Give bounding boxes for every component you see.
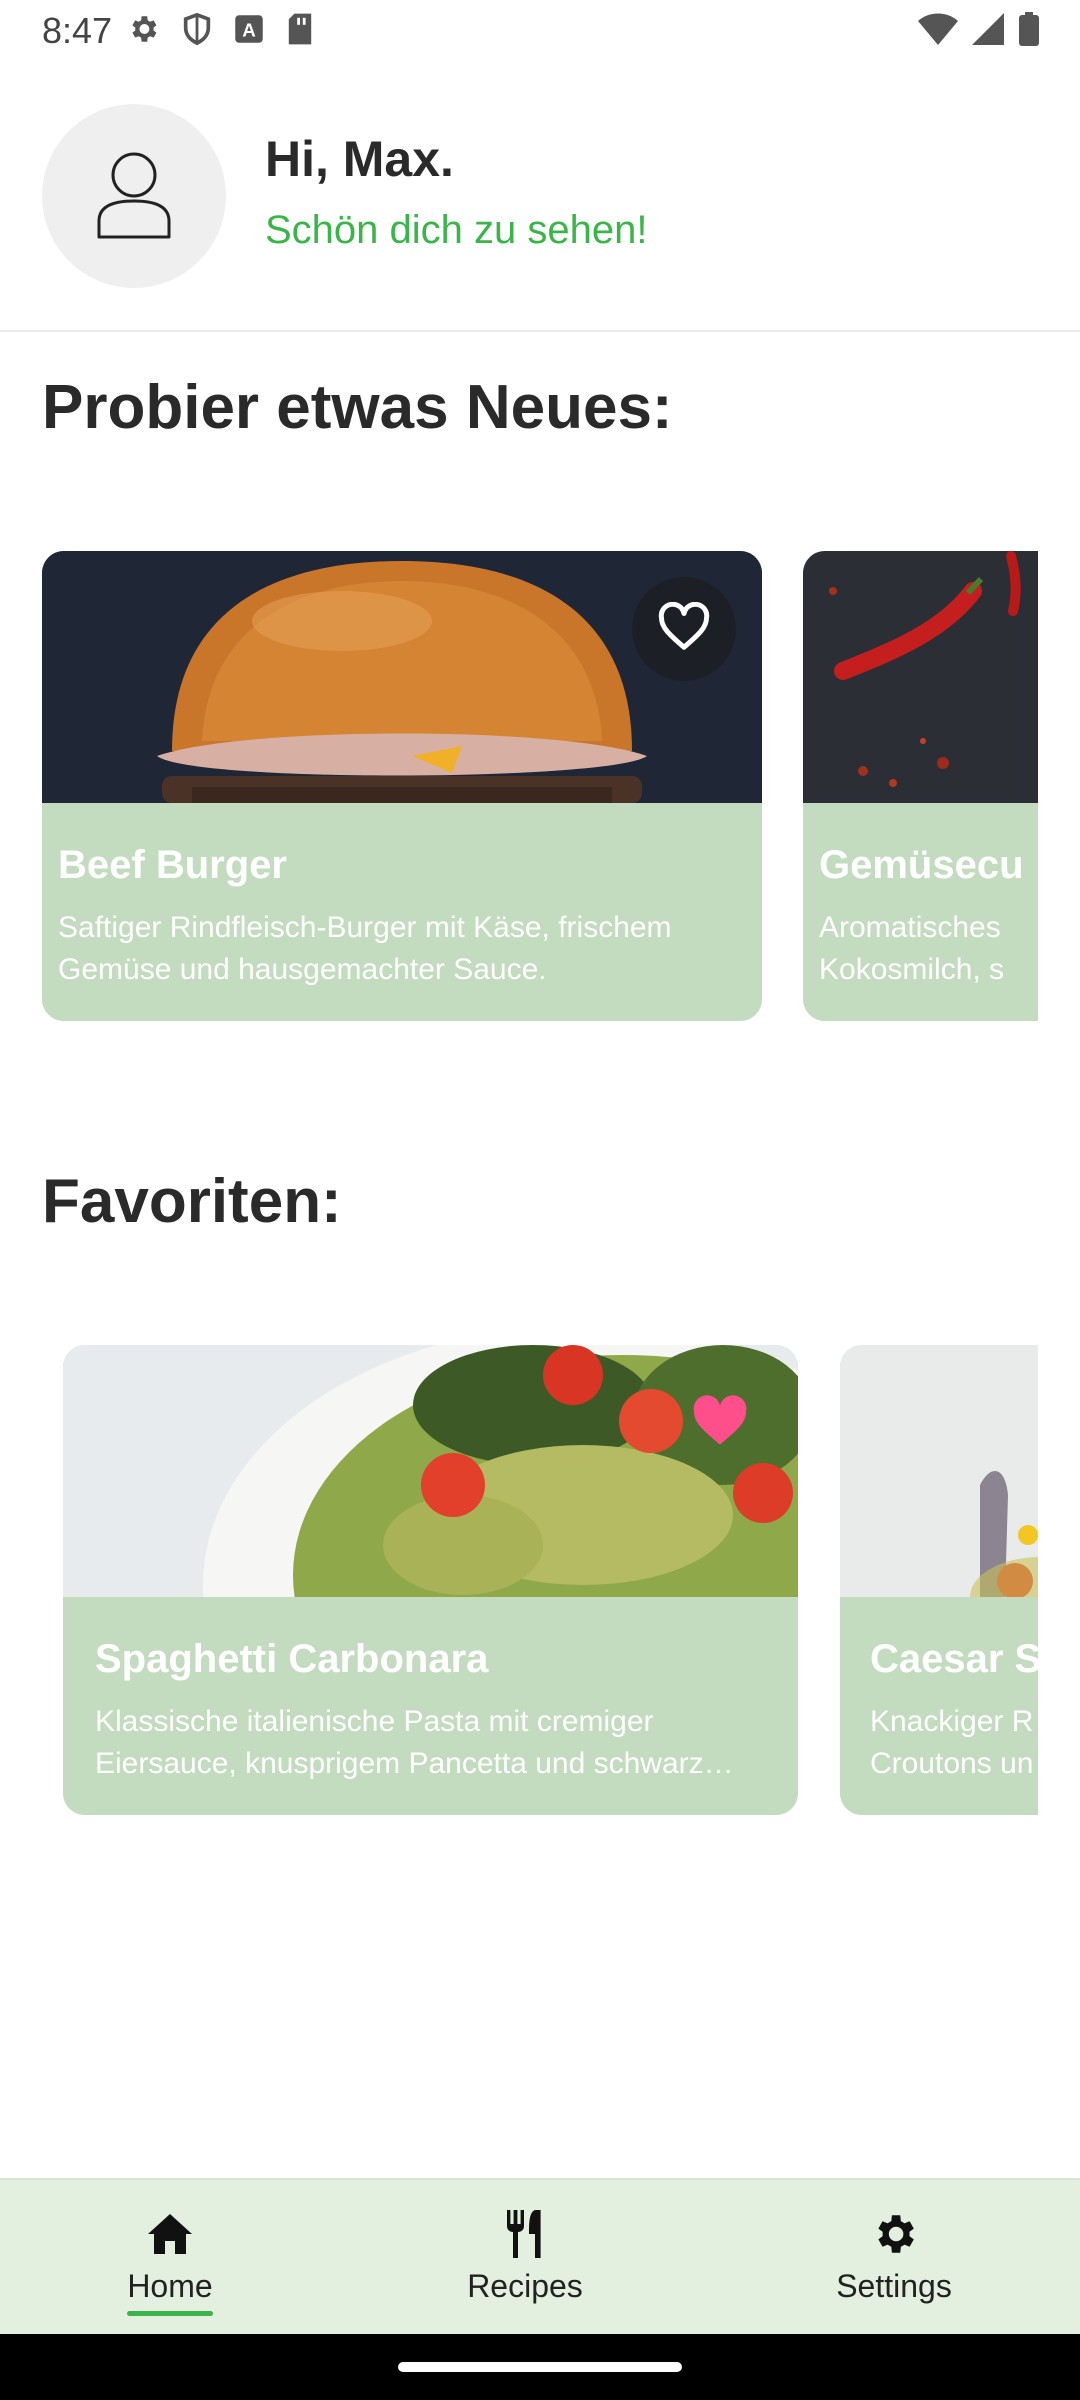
- user-icon: [96, 149, 172, 244]
- recipe-description: Knackiger R Croutons un: [870, 1705, 1034, 1780]
- recipe-title: Gemüsecu: [819, 843, 1024, 887]
- section-title-favorites: Favoriten:: [42, 1167, 342, 1236]
- recipe-card-body: Gemüsecu Aromatisches Kokosmilch, s: [803, 803, 1038, 1021]
- favorites-carousel[interactable]: Spaghetti Carbonara Klassische italienis…: [42, 1345, 1038, 1817]
- recipe-description: Klassische italienische Pasta mit cremig…: [95, 1705, 734, 1780]
- keyboard-a-icon: A: [234, 14, 264, 49]
- status-time: 8:47: [42, 10, 113, 51]
- recipe-card[interactable]: Caesar S Knackiger R Croutons un: [840, 1345, 1038, 1815]
- recipe-description: Saftiger Rindfleisch-Burger mit Käse, fr…: [58, 911, 672, 986]
- system-gesture-bar: [0, 2334, 1080, 2400]
- wifi-icon: [918, 13, 958, 50]
- recipe-card[interactable]: Spaghetti Carbonara Klassische italienis…: [63, 1345, 798, 1815]
- settings-gear-icon: [126, 12, 160, 51]
- recipe-card-body: Beef Burger Saftiger Rindfleisch-Burger …: [42, 803, 762, 1021]
- avatar[interactable]: [42, 104, 226, 288]
- favorite-button[interactable]: [632, 577, 736, 681]
- recipe-card-body: Caesar S Knackiger R Croutons un: [840, 1597, 1038, 1815]
- home-gesture-handle[interactable]: [398, 2362, 682, 2372]
- salad-photo: [840, 1345, 1038, 1637]
- nav-label-home: Home: [127, 2268, 213, 2304]
- nav-label-recipes: Recipes: [467, 2268, 583, 2304]
- bottom-navigation: Home Recipes Settings: [0, 2178, 1080, 2334]
- recipe-title: Spaghetti Carbonara: [95, 1637, 489, 1681]
- nav-item-recipes[interactable]: Recipes: [425, 2180, 625, 2336]
- section-title-new: Probier etwas Neues:: [42, 373, 673, 442]
- pasta-salad-photo: [63, 1345, 798, 1815]
- cellular-signal-icon: [972, 13, 1004, 50]
- greeting-subtitle: Schön dich zu sehen!: [265, 208, 648, 252]
- recipe-card[interactable]: Beef Burger Saftiger Rindfleisch-Burger …: [42, 551, 762, 1021]
- home-icon: [146, 2206, 194, 2262]
- heart-filled-icon[interactable]: [691, 1395, 749, 1452]
- gear-icon: [869, 2206, 919, 2262]
- recipe-description: Aromatisches Kokosmilch, s: [819, 911, 1005, 986]
- heart-outline-icon: [657, 601, 711, 657]
- recipe-card[interactable]: Gemüsecu Aromatisches Kokosmilch, s: [803, 551, 1038, 1021]
- active-indicator: [127, 2311, 213, 2316]
- shield-icon: [182, 12, 212, 51]
- nav-item-settings[interactable]: Settings: [794, 2180, 994, 2336]
- profile-header: Hi, Max. Schön dich zu sehen!: [0, 62, 1080, 332]
- battery-icon: [1018, 12, 1040, 51]
- svg-text:A: A: [242, 20, 256, 41]
- new-recipes-carousel[interactable]: Beef Burger Saftiger Rindfleisch-Burger …: [42, 551, 1038, 1023]
- status-bar: 8:47 A: [0, 0, 1080, 62]
- recipe-title: Caesar S: [870, 1637, 1038, 1681]
- fork-knife-icon: [501, 2206, 549, 2262]
- greeting-title: Hi, Max.: [265, 131, 454, 187]
- chili-photo: [803, 551, 1038, 803]
- recipe-card-body: Spaghetti Carbonara Klassische italienis…: [63, 1597, 798, 1815]
- sd-card-icon: [286, 12, 314, 51]
- recipe-title: Beef Burger: [58, 843, 287, 887]
- nav-item-home[interactable]: Home: [70, 2180, 270, 2336]
- nav-label-settings: Settings: [836, 2268, 952, 2304]
